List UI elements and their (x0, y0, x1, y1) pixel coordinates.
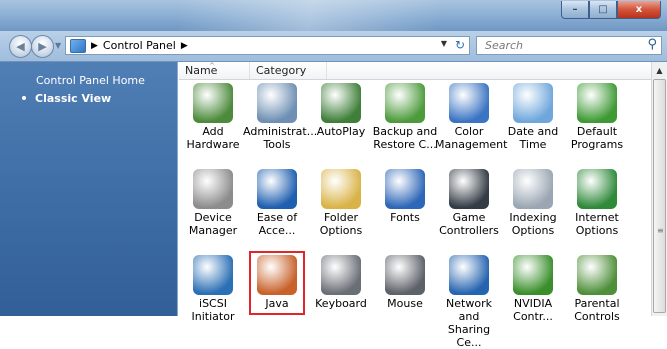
control-panel-item-label: Indexing Options (509, 211, 557, 237)
classic-view-link[interactable]: Classic View (22, 92, 111, 105)
internet-options-icon (577, 169, 617, 209)
control-panel-item-label: Game Controllers (439, 211, 499, 237)
control-panel-item[interactable]: Administrat... Tools (243, 79, 317, 163)
control-panel-item[interactable]: Mouse (375, 251, 435, 335)
control-panel-item-label: Default Programs (570, 125, 624, 151)
control-panel-item-label: Add Hardware (186, 125, 240, 151)
forward-button[interactable]: ▶ (31, 35, 54, 58)
control-panel-item[interactable]: Default Programs (567, 79, 627, 163)
control-panel-item[interactable]: NVIDIA Contr... (503, 251, 563, 335)
indexing-options-icon (513, 169, 553, 209)
control-panel-item-label: Backup and Restore C... (372, 125, 438, 151)
control-panel-item-label: Fonts (390, 211, 420, 224)
back-arrow-icon: ◀ (16, 40, 25, 53)
mouse-icon (385, 255, 425, 295)
scroll-up-button[interactable]: ▲ (652, 62, 667, 78)
search-box: ⚲ (476, 36, 662, 55)
control-panel-item[interactable]: Folder Options (311, 165, 371, 249)
control-panel-item-label: Network and Sharing Ce... (446, 297, 492, 349)
control-panel-item-label: Parental Controls (574, 297, 620, 323)
control-panel-item[interactable]: Java (247, 251, 307, 335)
control-panel-item[interactable]: Parental Controls (567, 251, 627, 335)
control-panel-item-label: Internet Options (575, 211, 619, 237)
backup-restore-icon (385, 83, 425, 123)
recent-pages-dropdown[interactable]: ▼ (55, 41, 61, 50)
task-pane: Control Panel Home Classic View (0, 62, 178, 316)
bullet-icon (22, 96, 26, 100)
control-panel-item[interactable]: Indexing Options (503, 165, 563, 249)
back-button[interactable]: ◀ (9, 35, 32, 58)
folder-options-icon (321, 169, 361, 209)
content-pane: Name ^ Category Add Hardware Administrat.… (179, 62, 651, 349)
forward-arrow-icon: ▶ (38, 40, 47, 53)
scroll-grip-icon: ≡ (657, 226, 664, 235)
caption-buttons: – □ x (561, 1, 661, 19)
control-panel-item-label: Ease of Acce... (256, 211, 298, 237)
sort-ascending-icon: ^ (209, 62, 215, 70)
fonts-icon (385, 169, 425, 209)
breadcrumb-control-panel[interactable]: Control Panel (103, 39, 176, 52)
search-icon[interactable]: ⚲ (647, 37, 657, 52)
close-button[interactable]: x (617, 1, 661, 19)
control-panel-item[interactable]: Add Hardware (183, 79, 243, 163)
control-panel-item[interactable]: iSCSI Initiator (183, 251, 243, 335)
network-sharing-icon (449, 255, 489, 295)
control-panel-item-label: Keyboard (315, 297, 367, 310)
control-panel-icon (70, 38, 86, 53)
maximize-button[interactable]: □ (589, 1, 617, 19)
navigation-bar: ◀ ▶ ▼ ▶ Control Panel ▶ ▼ ↻ ⚲ (0, 31, 667, 62)
control-panel-item[interactable]: Network and Sharing Ce... (439, 251, 499, 349)
control-panel-item-label: Date and Time (507, 125, 559, 151)
column-header-name[interactable]: Name ^ (179, 62, 250, 79)
device-manager-icon (193, 169, 233, 209)
address-bar[interactable]: ▶ Control Panel ▶ ▼ ↻ (65, 36, 470, 55)
default-programs-icon (577, 83, 617, 123)
keyboard-icon (321, 255, 361, 295)
control-panel-item-label: iSCSI Initiator (191, 297, 235, 323)
breadcrumb-separator-icon[interactable]: ▶ (181, 41, 188, 51)
vertical-scrollbar[interactable]: ▲ ≡ (651, 62, 667, 316)
breadcrumb-separator-icon[interactable]: ▶ (91, 41, 98, 51)
control-panel-item[interactable]: Internet Options (567, 165, 627, 249)
control-panel-item[interactable]: Game Controllers (439, 165, 499, 249)
administrative-tools-icon (257, 83, 297, 123)
iscsi-initiator-icon (193, 255, 233, 295)
control-panel-item[interactable]: AutoPlay (311, 79, 371, 163)
control-panel-item[interactable]: Backup and Restore C... (373, 79, 437, 163)
refresh-icon[interactable]: ↻ (455, 38, 465, 52)
selection-highlight (249, 251, 305, 315)
control-panel-item-label: Administrat... Tools (243, 125, 318, 151)
control-panel-item[interactable]: Ease of Acce... (247, 165, 307, 249)
autoplay-icon (321, 83, 361, 123)
ease-of-access-icon (257, 169, 297, 209)
parental-controls-icon (577, 255, 617, 295)
game-controllers-icon (449, 169, 489, 209)
title-bar: – □ x (0, 0, 667, 31)
minimize-button[interactable]: – (561, 1, 589, 19)
nvidia-control-icon (513, 255, 553, 295)
control-panel-item[interactable]: Keyboard (311, 251, 371, 335)
search-input[interactable] (477, 37, 645, 54)
control-panel-item-label: Folder Options (319, 211, 363, 237)
control-panel-home-link[interactable]: Control Panel Home (36, 74, 145, 87)
control-panel-item-label: NVIDIA Contr... (513, 297, 553, 323)
control-panel-item-label: Device Manager (188, 211, 238, 237)
control-panel-item-label: AutoPlay (316, 125, 366, 138)
control-panel-item[interactable]: Date and Time (503, 79, 563, 163)
control-panel-item-label: Mouse (387, 297, 423, 310)
control-panel-item-label: Color Management (435, 125, 508, 151)
classic-view-label: Classic View (35, 92, 112, 105)
date-time-icon (513, 83, 553, 123)
control-panel-item[interactable]: Fonts (375, 165, 435, 249)
color-management-icon (449, 83, 489, 123)
column-header: Name ^ Category (179, 62, 651, 80)
control-panel-item[interactable]: Device Manager (183, 165, 243, 249)
add-hardware-icon (193, 83, 233, 123)
address-dropdown-icon[interactable]: ▼ (441, 39, 447, 48)
scroll-thumb[interactable]: ≡ (653, 79, 666, 313)
control-panel-item[interactable]: Color Management (435, 79, 507, 163)
column-header-category[interactable]: Category (250, 62, 327, 79)
